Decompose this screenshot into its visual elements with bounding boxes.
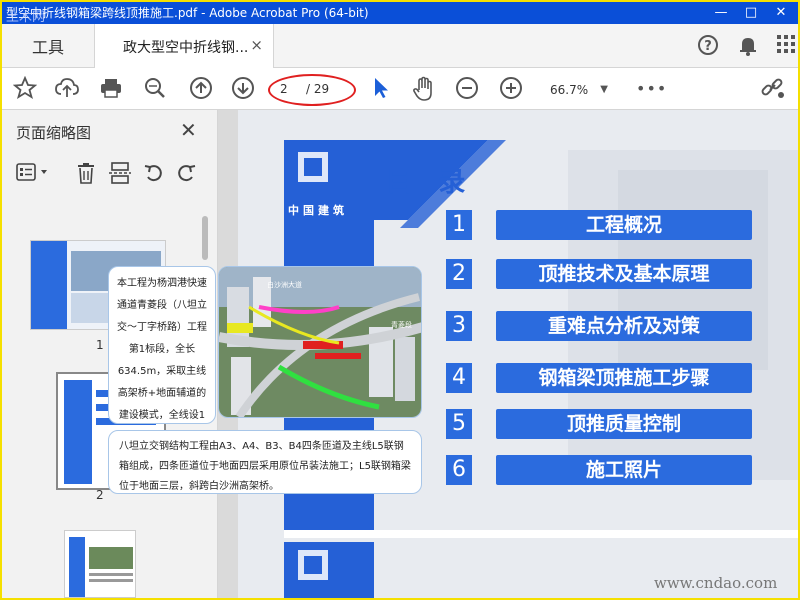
toc-number-4: 4 <box>446 363 472 393</box>
zoom-dropdown[interactable]: 66.7% ▼ <box>542 80 614 100</box>
delete-page-icon[interactable] <box>74 162 98 186</box>
help-icon[interactable]: ? <box>696 34 720 58</box>
toc-label-5: 顶推质量控制 <box>496 409 752 439</box>
structure-description-card: 八坦立交钢结构工程由A3、A4、B3、B4四条匝道及主线L5联钢箱组成，四条匝道… <box>108 430 422 494</box>
toc-number-3: 3 <box>446 311 472 341</box>
previous-page-icon[interactable] <box>188 76 214 102</box>
thumbnail-options-icon[interactable] <box>16 162 50 186</box>
zoom-out-icon[interactable] <box>454 76 480 102</box>
svg-text:?: ? <box>704 39 712 54</box>
rotate-left-icon[interactable] <box>142 162 166 186</box>
next-page-icon[interactable] <box>230 76 256 102</box>
project-description-card: 本工程为杨泗港快速通道青菱段（八坦立交～丁字桥路）工程第1标段，全长634.5m… <box>108 266 216 465</box>
minimize-button[interactable]: — <box>706 2 736 24</box>
window-title: 型空中折线钢箱梁跨线顶推施工.pdf - Adobe Acrobat Pro (… <box>6 6 369 20</box>
panel-scrollbar[interactable] <box>202 216 208 260</box>
apps-grid-icon[interactable] <box>774 34 798 58</box>
extract-page-icon[interactable] <box>108 162 132 186</box>
chevron-down-icon: ▼ <box>600 84 608 95</box>
maximize-button[interactable]: □ <box>736 2 766 24</box>
page-number-1: 1 <box>96 338 104 352</box>
document-tab[interactable]: 政大型空中折线钢... × <box>94 24 274 68</box>
toc-label-6: 施工照片 <box>496 455 752 485</box>
toc-number-5: 5 <box>446 409 472 439</box>
map-label-road: 白沙洲大道 <box>267 281 302 289</box>
close-window-button[interactable]: ✕ <box>766 2 796 24</box>
search-zoom-icon[interactable] <box>142 76 168 102</box>
watermark-top-left: 土木网 <box>6 10 46 25</box>
tools-tab[interactable]: 工具 <box>32 34 64 58</box>
zoom-in-icon[interactable] <box>498 76 524 102</box>
tab-bar: 工具 政大型空中折线钢... × ? <box>2 24 798 68</box>
toc-number-2: 2 <box>446 259 472 289</box>
panel-title: 页面缩略图 <box>16 124 92 142</box>
panel-close-icon[interactable]: ✕ <box>180 118 197 142</box>
zoom-value: 66.7% <box>550 83 589 97</box>
structure-description-text: 八坦立交钢结构工程由A3、A4、B3、B4四条匝道及主线L5联钢箱组成，四条匝道… <box>119 441 411 492</box>
bell-icon[interactable] <box>736 34 760 58</box>
toc-number-1: 1 <box>446 210 472 240</box>
document-tab-label: 政大型空中折线钢... <box>123 40 249 56</box>
map-label-section: 青菱段 <box>391 321 412 329</box>
title-bar: 型空中折线钢箱梁跨线顶推施工.pdf - Adobe Acrobat Pro (… <box>2 2 798 24</box>
main-toolbar: 2 / 29 66.7% ▼ ••• <box>2 68 798 110</box>
print-icon[interactable] <box>98 76 124 102</box>
svg-text:中国建筑: 中国建筑 <box>288 203 348 217</box>
select-pointer-icon[interactable] <box>368 76 394 102</box>
page-number-2: 2 <box>96 488 104 502</box>
more-tools-icon[interactable]: ••• <box>636 76 666 102</box>
watermark-bottom-right: www.cndao.com <box>654 574 778 592</box>
hand-tool-icon[interactable] <box>410 76 436 102</box>
close-tab-icon[interactable]: × <box>250 36 263 54</box>
toc-label-4: 钢箱梁顶推施工步骤 <box>496 363 752 393</box>
toc-label-1: 工程概况 <box>496 210 752 240</box>
rotate-right-icon[interactable] <box>174 162 198 186</box>
cloud-upload-icon[interactable] <box>54 76 80 102</box>
star-icon[interactable] <box>12 75 38 102</box>
toc-label-2: 顶推技术及基本原理 <box>496 259 752 289</box>
page-thumbnail-3[interactable] <box>64 530 136 598</box>
toc-number-6: 6 <box>446 455 472 485</box>
project-map-image: 白沙洲大道 青菱段 <box>218 266 422 418</box>
share-link-icon[interactable] <box>760 76 786 102</box>
toc-label-3: 重难点分析及对策 <box>496 311 752 341</box>
red-annotation-oval <box>268 74 356 106</box>
slide-heading: 目 录 <box>386 167 474 198</box>
